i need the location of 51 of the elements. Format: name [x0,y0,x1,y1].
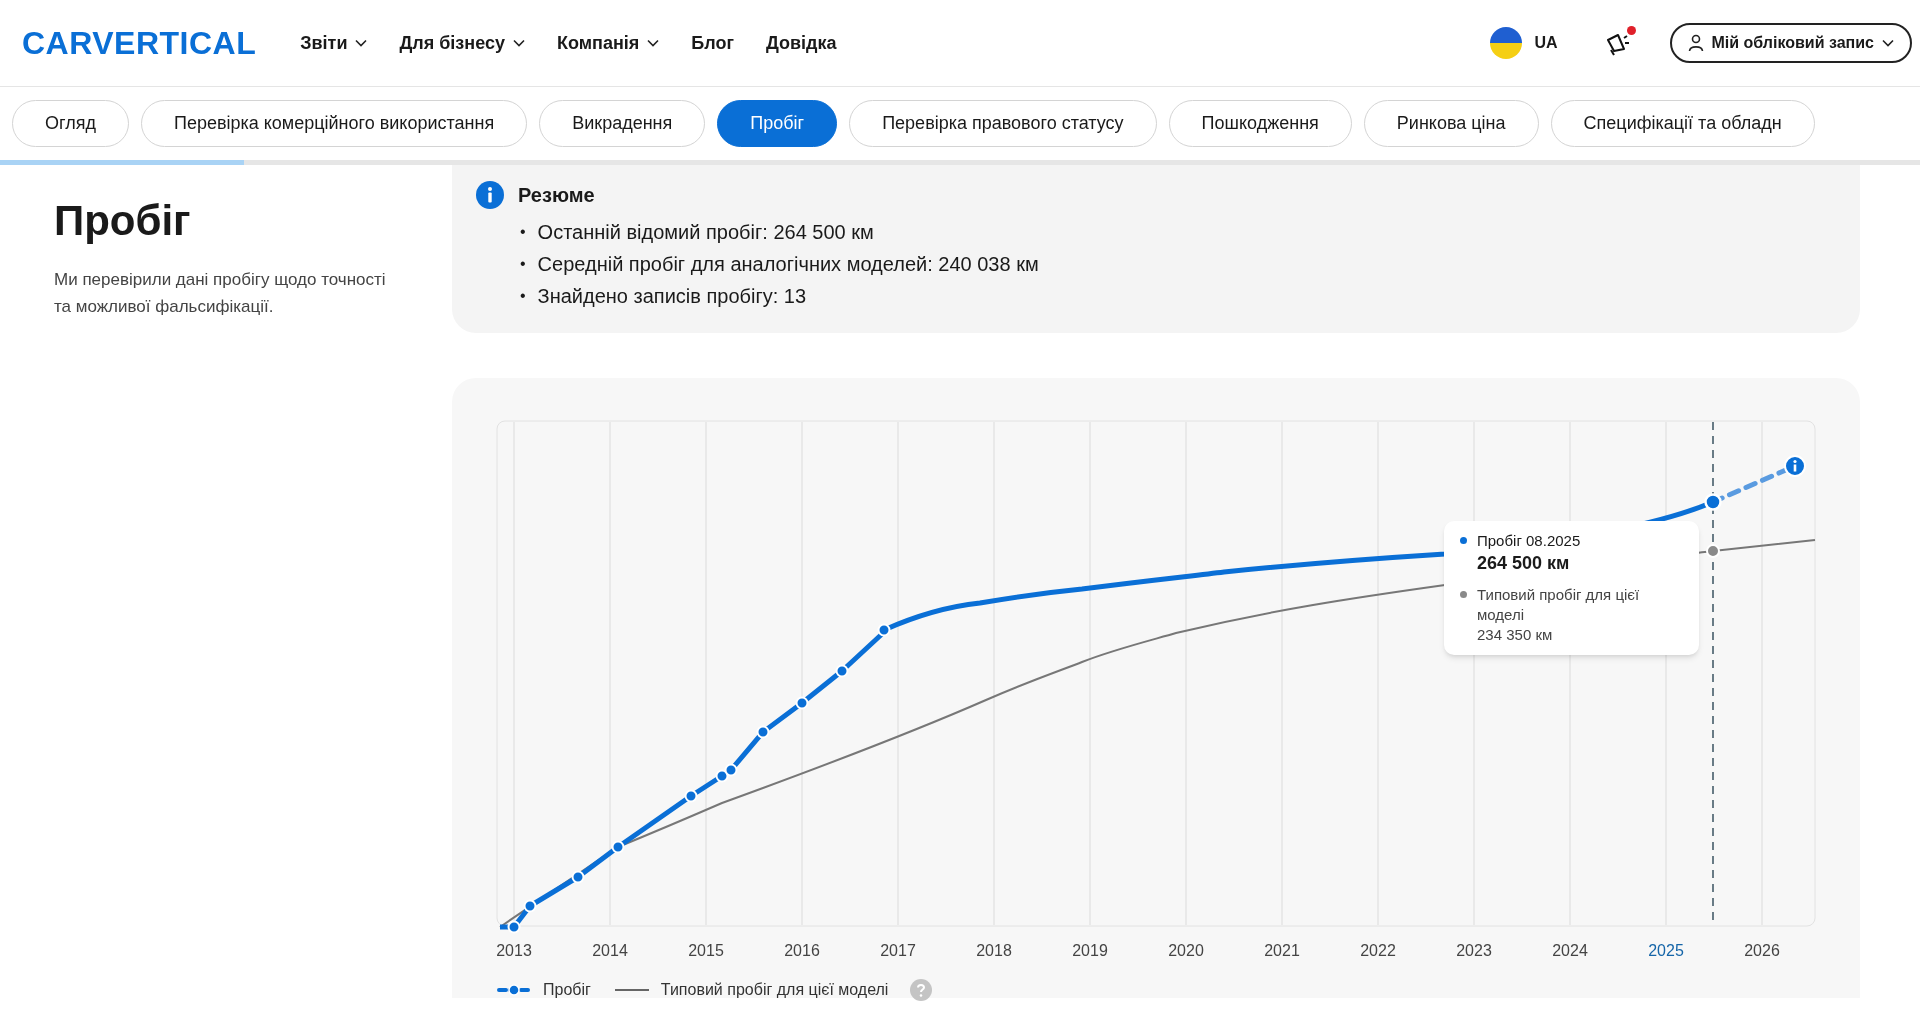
tooltip-typical-label: Типовий пробіг для цієї моделі [1477,585,1641,625]
section-tab[interactable]: Специфікації та обладн [1550,100,1815,147]
legend-label: Типовий пробіг для цієї моделі [660,980,889,1000]
summary-item: Останній відомий пробіг: 264 500 км [537,220,874,245]
info-icon [476,181,504,209]
tooltip-date: Пробіг 08.2025 [1477,531,1581,551]
nav-link[interactable]: Звіти [300,29,368,57]
section-tab[interactable]: Ринкова ціна [1363,100,1539,147]
legend-label: Пробіг [543,980,591,1000]
summary-title: Резюме [518,183,596,208]
bullet: • [520,286,526,306]
chevron-down-icon [1882,39,1894,47]
nav-link[interactable]: Компанія [557,29,660,57]
bullet: • [520,254,526,274]
tooltip-mileage: 264 500 км [1477,552,1571,575]
year-label: 2024 [1552,942,1588,959]
year-label: 2019 [1072,942,1108,959]
section-tab[interactable]: Викрадення [539,100,706,147]
typical-point [1706,544,1720,558]
typical-legend-icon [614,988,649,992]
year-label: 2023 [1456,942,1492,959]
year-label: 2015 [688,942,724,959]
summary-item: Знайдено записів пробігу: 13 [537,284,807,309]
year-label: 2020 [1168,942,1204,959]
nav-link[interactable]: Для бізнесу [399,29,525,57]
section-tab[interactable]: Огляд [12,100,129,147]
year-label: 2017 [880,942,916,959]
section-title: Пробіг [54,196,192,246]
nav-link[interactable]: Довідка [765,29,837,57]
tooltip-typical-mileage: 234 350 км [1477,625,1554,645]
year-label: 2018 [976,942,1012,959]
section-description: Ми перевірили дані пробігу щодо точності та можливої фальсифікації. [54,268,387,318]
section-tab[interactable]: Перевірка комерційного використання [140,100,528,147]
summary-item: Середній пробіг для аналогічних моделей: 240 038 км [537,252,1039,277]
nav-link[interactable]: Блог [691,29,734,57]
year-label: 2014 [592,942,628,959]
year-label: 2016 [784,942,820,959]
section-tab[interactable]: Пошкодження [1168,100,1352,147]
year-label: 2025 [1648,942,1684,959]
year-label: 2022 [1360,942,1396,959]
account-button[interactable]: Мій обліковий запис [1669,23,1912,63]
year-label: 2021 [1264,942,1300,959]
user-icon [1687,34,1704,52]
ukraine-flag-icon [1490,27,1523,59]
carvertical-logo[interactable]: CARVERTICAL [22,19,257,67]
year-label: 2026 [1744,942,1780,959]
bullet: • [520,222,526,242]
section-tab[interactable]: Перевірка правового статусу [849,100,1157,147]
section-tab[interactable]: Пробіг [717,100,838,147]
language-selector[interactable]: UA [1534,31,1558,55]
year-label: 2013 [496,942,532,959]
